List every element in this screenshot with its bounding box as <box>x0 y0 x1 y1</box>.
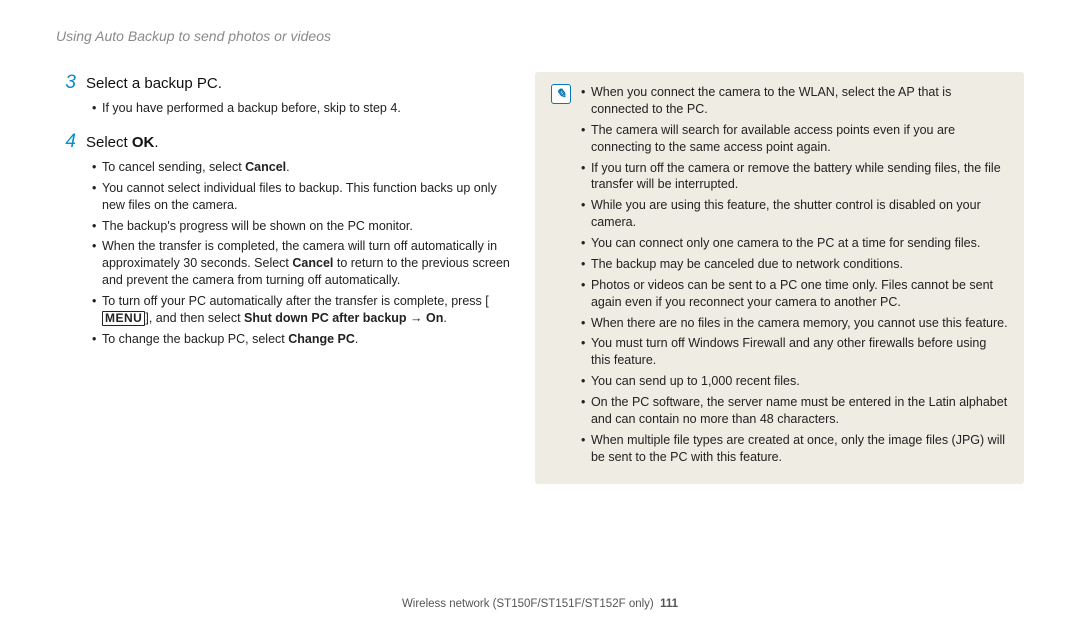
bullet-item: If you have performed a backup before, s… <box>92 100 511 117</box>
bullet-item: You cannot select individual files to ba… <box>92 180 511 214</box>
note-item: On the PC software, the server name must… <box>581 394 1008 428</box>
content-columns: 3 Select a backup PC. If you have performe… <box>56 72 1024 484</box>
note-item: When multiple file types are created at … <box>581 432 1008 466</box>
bullet-item: To turn off your PC automatically after … <box>92 293 511 327</box>
note-item: When you connect the camera to the WLAN,… <box>581 84 1008 118</box>
bullet-item: To cancel sending, select Cancel. <box>92 159 511 176</box>
step-number: 4 <box>56 131 76 153</box>
footer-section: Wireless network (ST150F/ST151F/ST152F o… <box>402 598 654 610</box>
step-bullets: If you have performed a backup before, s… <box>56 100 511 117</box>
step-bullets: To cancel sending, select Cancel. You can… <box>56 159 511 348</box>
note-item: You can send up to 1,000 recent files. <box>581 373 1008 390</box>
note-item: When there are no files in the camera me… <box>581 315 1008 332</box>
note-icon: ✎ <box>551 84 571 104</box>
note-item: Photos or videos can be sent to a PC one… <box>581 277 1008 311</box>
step-title: Select a backup PC. <box>86 75 222 92</box>
note-list: When you connect the camera to the WLAN,… <box>581 84 1008 470</box>
note-item: If you turn off the camera or remove the… <box>581 160 1008 194</box>
right-column: ✎ When you connect the camera to the WLA… <box>535 72 1024 484</box>
step-title-line: 3 Select a backup PC. <box>56 72 511 94</box>
step-number: 3 <box>56 72 76 94</box>
bullet-item: To change the backup PC, select Change P… <box>92 331 511 348</box>
left-column: 3 Select a backup PC. If you have performe… <box>56 72 511 484</box>
page-header: Using Auto Backup to send photos or vide… <box>56 28 1024 44</box>
step-3: 3 Select a backup PC. If you have performe… <box>56 72 511 117</box>
bullet-item: The backup's progress will be shown on t… <box>92 218 511 235</box>
note-item: You must turn off Windows Firewall and a… <box>581 335 1008 369</box>
bullet-item: When the transfer is completed, the came… <box>92 238 511 289</box>
note-item: While you are using this feature, the sh… <box>581 197 1008 231</box>
page-footer: Wireless network (ST150F/ST151F/ST152F o… <box>0 598 1080 610</box>
manual-page: Using Auto Backup to send photos or vide… <box>0 0 1080 630</box>
step-title: Select OK. <box>86 134 159 151</box>
step-title-line: 4 Select OK. <box>56 131 511 153</box>
step-4: 4 Select OK. To cancel sending, select Can… <box>56 131 511 348</box>
page-number: 111 <box>660 598 678 610</box>
note-item: The backup may be canceled due to networ… <box>581 256 1008 273</box>
note-box: ✎ When you connect the camera to the WLA… <box>535 72 1024 484</box>
note-item: You can connect only one camera to the P… <box>581 235 1008 252</box>
note-item: The camera will search for available acc… <box>581 122 1008 156</box>
